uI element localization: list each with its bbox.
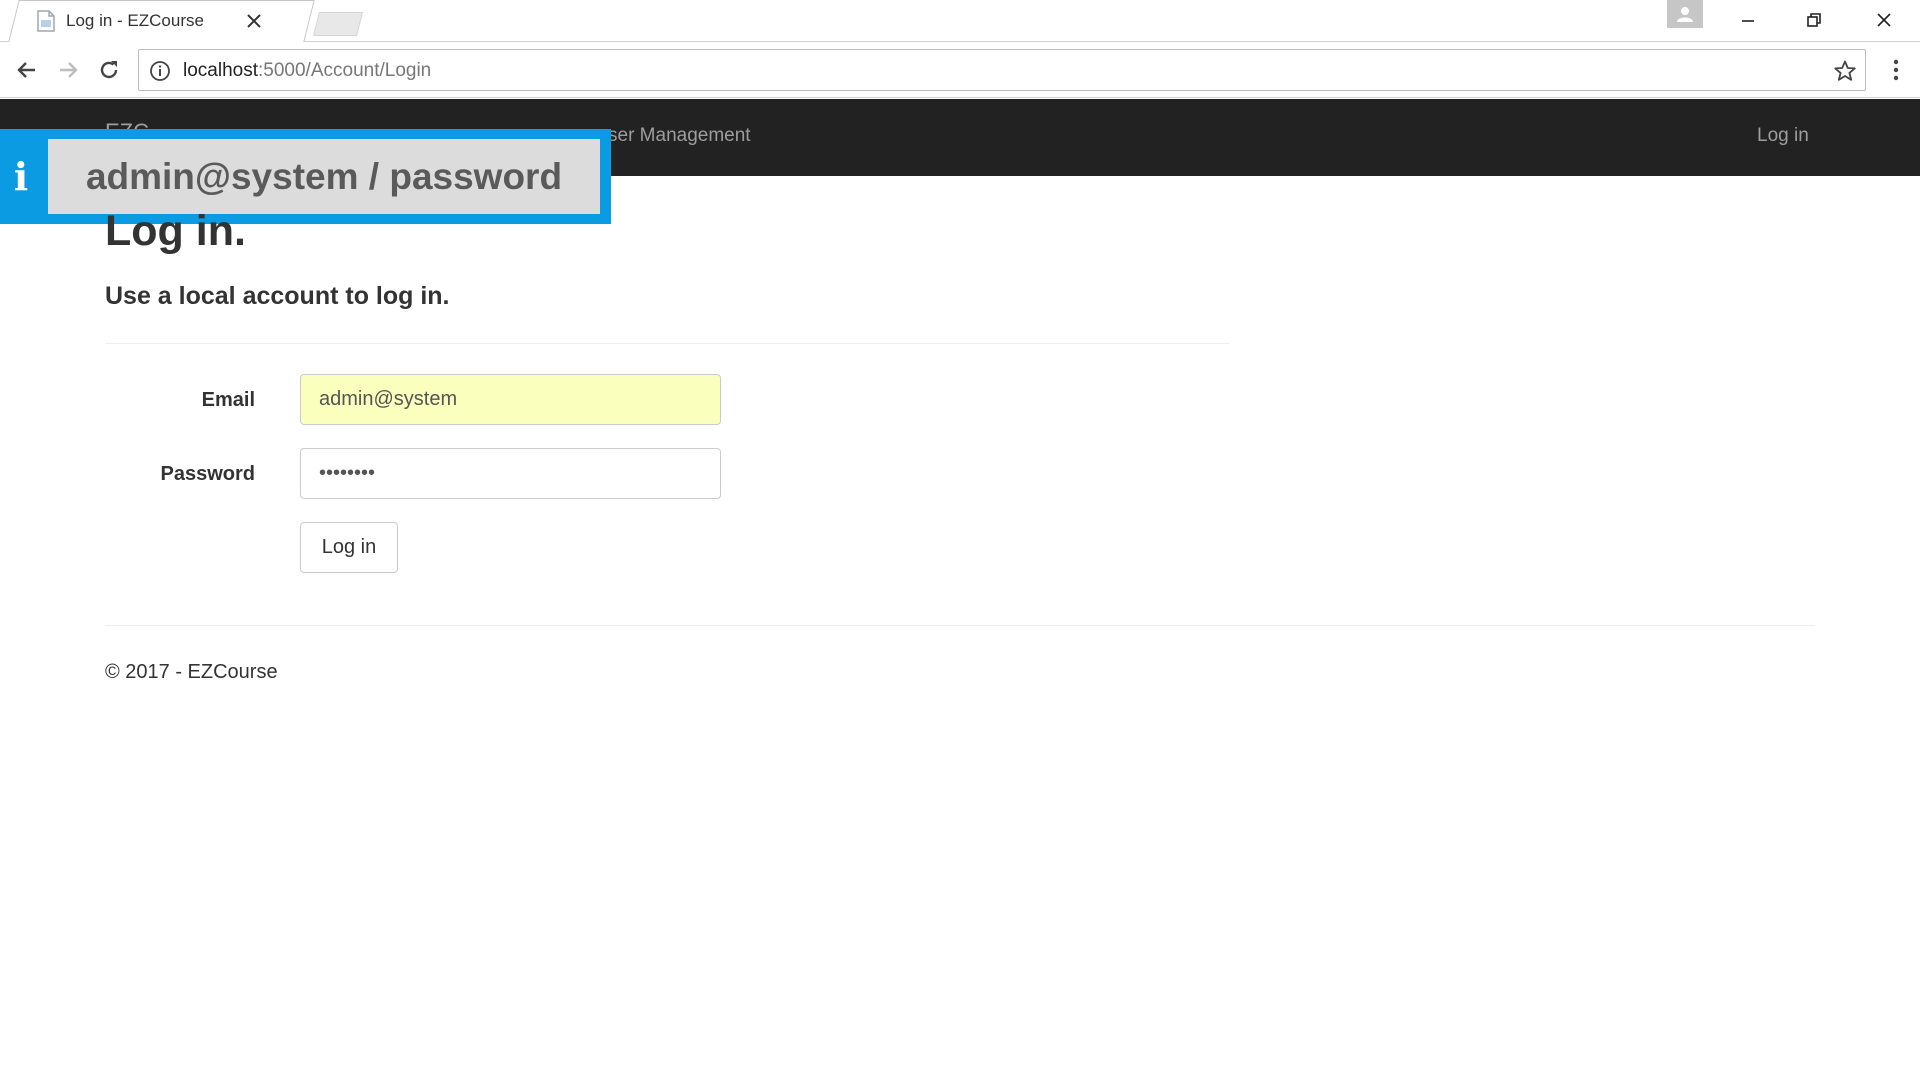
- login-submit-button[interactable]: Log in: [300, 522, 398, 573]
- page-subtitle: Use a local account to log in.: [105, 282, 450, 310]
- reload-icon[interactable]: [93, 54, 125, 86]
- page-title: Log in.: [105, 207, 246, 255]
- email-label: Email: [201, 389, 255, 411]
- url-host: localhost: [183, 60, 258, 81]
- window-restore-icon[interactable]: [1786, 0, 1842, 40]
- window-minimize-icon[interactable]: [1720, 0, 1776, 40]
- footer-divider: [105, 625, 1815, 626]
- tab-title: Log in - EZCourse: [66, 11, 204, 30]
- bookmark-star-icon[interactable]: [1833, 59, 1857, 83]
- tab-close-icon[interactable]: [244, 11, 264, 31]
- new-tab-button[interactable]: [313, 12, 363, 36]
- site-info-icon[interactable]: [149, 60, 171, 82]
- url-path: :5000/Account/Login: [258, 60, 432, 81]
- profile-icon[interactable]: [1667, 0, 1703, 28]
- credentials-callout: i admin@system / password: [0, 129, 611, 224]
- browser-tabstrip: Log in - EZCourse: [0, 0, 1920, 43]
- browser-menu-icon[interactable]: [1884, 54, 1908, 86]
- address-bar[interactable]: localhost:5000/Account/Login: [138, 49, 1866, 91]
- window-close-icon[interactable]: [1856, 0, 1912, 40]
- email-input[interactable]: [300, 374, 721, 425]
- page-favicon-icon: [36, 10, 56, 32]
- url-text[interactable]: localhost:5000/Account/Login: [183, 60, 431, 82]
- browser-toolbar: localhost:5000/Account/Login: [0, 42, 1920, 98]
- password-input[interactable]: [300, 448, 721, 499]
- back-arrow-icon[interactable]: [11, 54, 43, 86]
- footer-copyright: © 2017 - EZCourse: [105, 661, 278, 683]
- nav-link-login[interactable]: Log in: [1757, 125, 1809, 147]
- password-label: Password: [160, 463, 255, 485]
- forward-arrow-icon[interactable]: [52, 54, 84, 86]
- info-icon: i: [13, 154, 29, 199]
- nav-link-user-management[interactable]: ser Management: [608, 125, 751, 147]
- divider: [105, 343, 1230, 344]
